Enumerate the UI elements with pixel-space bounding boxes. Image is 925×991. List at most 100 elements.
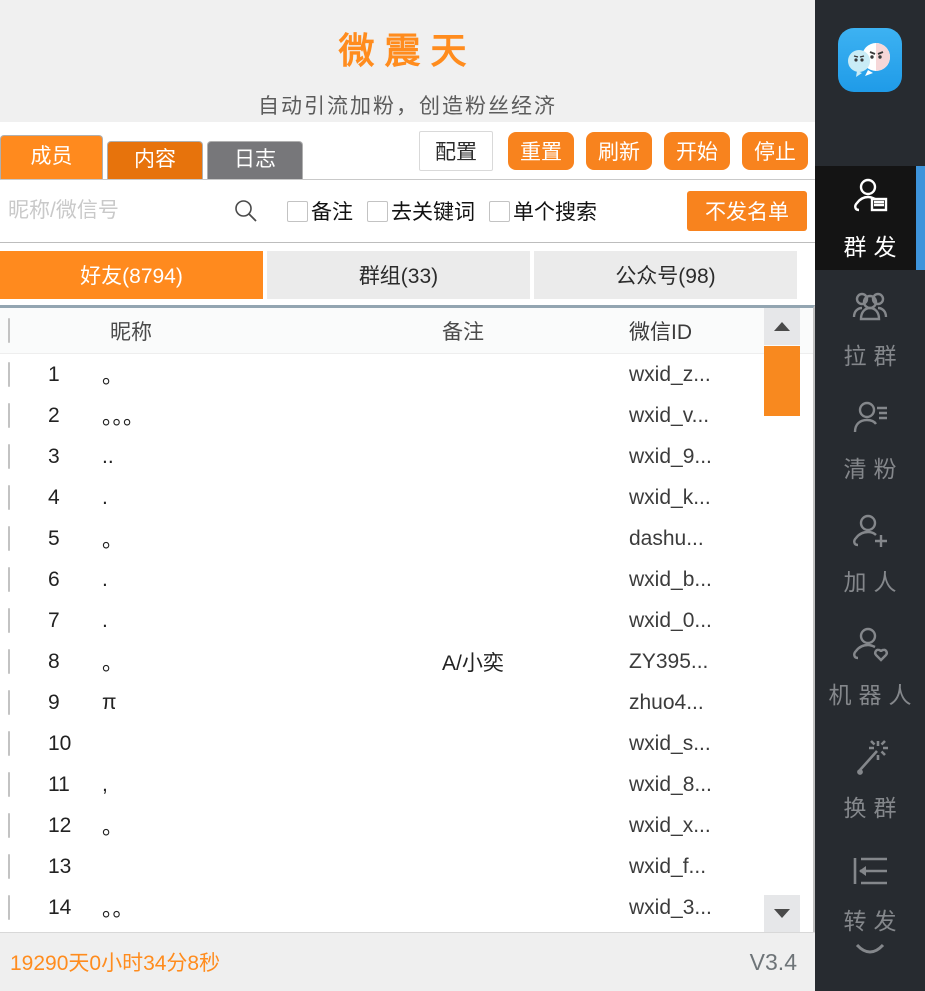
row-number: 12 <box>38 814 102 838</box>
row-checkbox[interactable] <box>8 567 10 592</box>
row-nickname: 。。 <box>102 893 442 923</box>
search-bar: 备注 去关键词 单个搜索 不发名单 <box>0 180 815 243</box>
row-nickname: , <box>102 773 442 797</box>
vertical-scrollbar <box>764 308 800 932</box>
row-number: 7 <box>38 609 102 633</box>
row-remark: A/小奕 <box>442 647 629 677</box>
row-checkbox[interactable] <box>8 608 10 633</box>
table-row[interactable]: 2 。。。 wxid_v... <box>0 395 813 436</box>
row-checkbox[interactable] <box>8 526 10 551</box>
table-row[interactable]: 12 。 wxid_x... <box>0 805 813 846</box>
sidebar-item-label: 换群 <box>844 789 904 823</box>
triangle-up-icon <box>774 322 790 331</box>
row-number: 6 <box>38 568 102 592</box>
row-checkbox[interactable] <box>8 485 10 510</box>
row-number: 13 <box>38 855 102 879</box>
row-nickname: 。。。 <box>102 401 442 431</box>
table-row[interactable]: 4 . wxid_k... <box>0 477 813 518</box>
segment-official-accounts[interactable]: 公众号(98) <box>534 251 797 299</box>
sidebar-item-mass-send[interactable]: 群发 <box>815 166 925 270</box>
table-row[interactable]: 5 。 dashu... <box>0 518 813 559</box>
tab-log[interactable]: 日志 <box>207 141 303 179</box>
mass-send-icon <box>847 174 893 220</box>
scroll-down-button[interactable] <box>764 895 800 932</box>
row-nickname: .. <box>102 445 442 469</box>
stop-button[interactable]: 停止 <box>742 132 808 170</box>
table-row[interactable]: 1 。 wxid_z... <box>0 354 813 395</box>
sidebar-item-label: 机器人 <box>829 676 919 710</box>
table-row[interactable]: 3 .. wxid_9... <box>0 436 813 477</box>
app-window: 微震天 自动引流加粉，创造粉丝经济 成员 内容 日志 配置 重置 刷新 开始 停… <box>0 0 925 991</box>
version-label: V3.4 <box>750 949 805 976</box>
row-checkbox[interactable] <box>8 854 10 879</box>
scrollbar-thumb[interactable] <box>764 346 800 416</box>
row-checkbox[interactable] <box>8 690 10 715</box>
table-row[interactable]: 13 wxid_f... <box>0 846 813 887</box>
row-checkbox[interactable] <box>8 895 10 920</box>
nickname-column-header: 昵称 <box>102 316 442 346</box>
single-search-checkbox-label: 单个搜索 <box>513 196 597 226</box>
row-checkbox[interactable] <box>8 772 10 797</box>
start-button[interactable]: 开始 <box>664 132 730 170</box>
list-type-segments: 好友(8794) 群组(33) 公众号(98) <box>0 243 815 305</box>
row-nickname: 。 <box>102 360 442 390</box>
exclude-keyword-filter: 去关键词 <box>367 196 475 226</box>
forward-icon <box>847 848 893 894</box>
scroll-up-button[interactable] <box>764 308 800 345</box>
sidebar-item-pull-group[interactable]: 拉群 <box>815 270 925 383</box>
search-icon[interactable] <box>233 198 259 224</box>
logo-box <box>815 0 925 166</box>
sidebar-item-add-person[interactable]: 加人 <box>815 496 925 609</box>
sidebar-item-forward[interactable]: 转发 <box>815 835 925 948</box>
row-checkbox[interactable] <box>8 813 10 838</box>
row-checkbox[interactable] <box>8 649 10 674</box>
triangle-down-icon <box>774 909 790 918</box>
sidebar-item-change-group[interactable]: 换群 <box>815 722 925 835</box>
sidebar-item-clean-fans[interactable]: 清粉 <box>815 383 925 496</box>
no-send-list-button[interactable]: 不发名单 <box>687 191 807 231</box>
pull-group-icon <box>847 283 893 329</box>
sidebar-item-label: 拉群 <box>844 337 904 371</box>
tabs: 成员 内容 日志 <box>0 135 303 179</box>
row-checkbox[interactable] <box>8 731 10 756</box>
exclude-keyword-checkbox-label: 去关键词 <box>391 196 475 226</box>
row-nickname: π <box>102 691 442 715</box>
sidebar-item-label: 群发 <box>844 228 904 262</box>
table-row[interactable]: 14 。。 wxid_3... <box>0 887 813 928</box>
app-header: 微震天 自动引流加粉，创造粉丝经济 <box>0 0 815 122</box>
reset-button[interactable]: 重置 <box>508 132 574 170</box>
tab-content[interactable]: 内容 <box>107 141 203 179</box>
row-number: 10 <box>38 732 102 756</box>
tab-bar: 成员 内容 日志 配置 重置 刷新 开始 停止 <box>0 122 815 180</box>
segment-groups[interactable]: 群组(33) <box>267 251 530 299</box>
tab-members[interactable]: 成员 <box>0 135 103 179</box>
add-person-icon <box>847 509 893 555</box>
friends-table: 昵称 备注 微信ID 1 。 wxid_z... 2 。。。 <box>0 305 815 932</box>
table-row[interactable]: 10 wxid_s... <box>0 723 813 764</box>
row-nickname: . <box>102 609 442 633</box>
search-input[interactable] <box>8 199 233 223</box>
row-number: 4 <box>38 486 102 510</box>
change-group-icon <box>847 735 893 781</box>
runtime-counter: 19290天0小时34分8秒 <box>10 947 220 977</box>
exclude-keyword-checkbox[interactable] <box>367 201 388 222</box>
single-search-checkbox[interactable] <box>489 201 510 222</box>
sidebar-item-robot[interactable]: 机器人 <box>815 609 925 722</box>
row-number: 11 <box>38 773 102 797</box>
table-row[interactable]: 8 。 A/小奕 ZY395... <box>0 641 813 682</box>
remark-checkbox[interactable] <box>287 201 308 222</box>
tool-sidebar: 群发 拉群 清粉 <box>815 0 925 991</box>
table-row[interactable]: 6 . wxid_b... <box>0 559 813 600</box>
row-number: 14 <box>38 896 102 920</box>
row-checkbox[interactable] <box>8 403 10 428</box>
refresh-button[interactable]: 刷新 <box>586 132 652 170</box>
row-checkbox[interactable] <box>8 444 10 469</box>
segment-friends[interactable]: 好友(8794) <box>0 251 263 299</box>
config-button[interactable]: 配置 <box>419 131 493 171</box>
table-row[interactable]: 9 π zhuo4... <box>0 682 813 723</box>
table-row[interactable]: 7 . wxid_0... <box>0 600 813 641</box>
row-checkbox[interactable] <box>8 362 10 387</box>
select-all-checkbox[interactable] <box>8 318 10 343</box>
table-row[interactable]: 11 , wxid_8... <box>0 764 813 805</box>
row-nickname: . <box>102 486 442 510</box>
